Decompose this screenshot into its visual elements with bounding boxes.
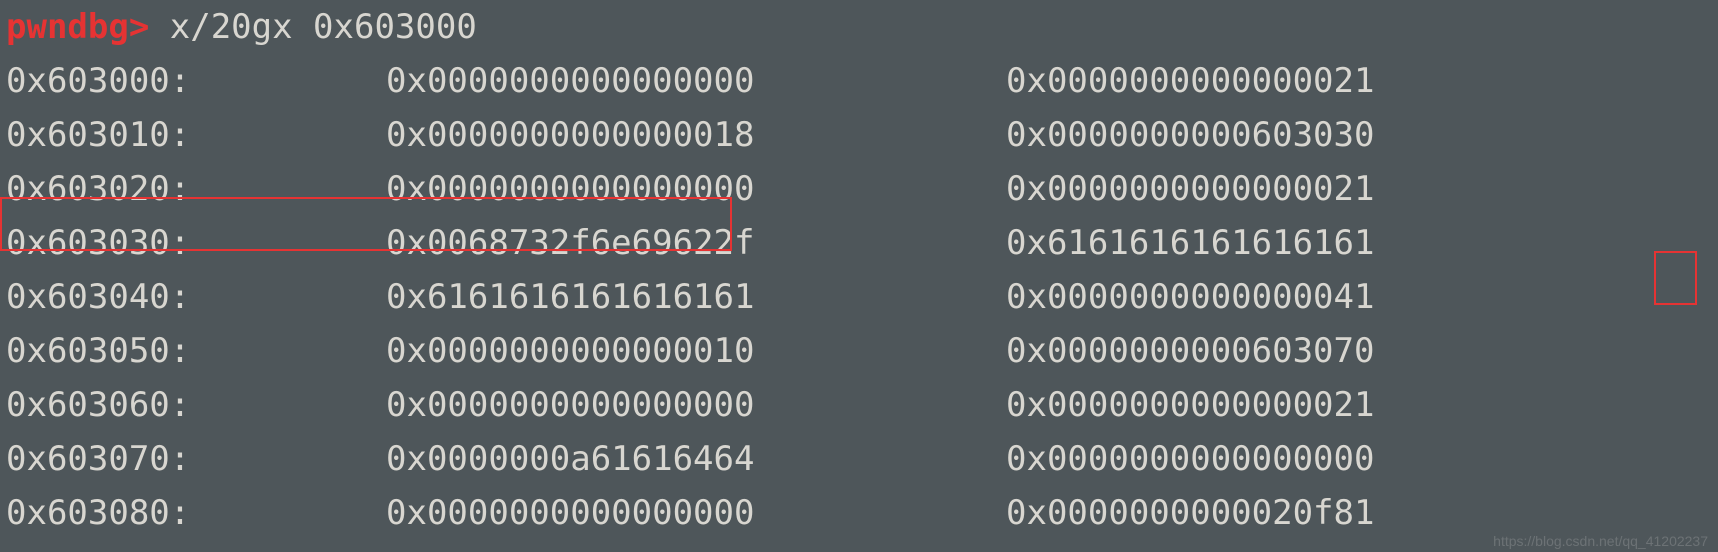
memory-row: 0x603060:0x00000000000000000x00000000000… [6, 378, 1712, 432]
memory-row: 0x603080:0x00000000000000000x00000000000… [6, 486, 1712, 540]
mem-value-2: 0x6161616161616161 [1006, 216, 1374, 270]
mem-value-2: 0x0000000000000021 [1006, 54, 1374, 108]
mem-value-2: 0x0000000000020f81 [1006, 486, 1374, 540]
mem-address: 0x603060: [6, 378, 386, 432]
mem-value-2: 0x0000000000000021 [1006, 378, 1374, 432]
mem-value-1: 0x0000000000000018 [386, 108, 1006, 162]
mem-address: 0x603010: [6, 108, 386, 162]
mem-value-1: 0x0000000000000000 [386, 54, 1006, 108]
mem-value-2: 0x0000000000603070 [1006, 324, 1374, 378]
mem-value-1: 0x0000000a61616464 [386, 432, 1006, 486]
mem-value-1: 0x0068732f6e69622f [386, 216, 1006, 270]
mem-address: 0x603030: [6, 216, 386, 270]
mem-value-1: 0x0000000000000000 [386, 378, 1006, 432]
memory-row: 0x603040:0x61616161616161610x00000000000… [6, 270, 1712, 324]
mem-value-2: 0x0000000000000000 [1006, 432, 1374, 486]
command-line[interactable]: pwndbg> x/20gx 0x603000 [6, 0, 1712, 54]
mem-address: 0x603000: [6, 54, 386, 108]
mem-value-2: 0x0000000000603030 [1006, 108, 1374, 162]
memory-row: 0x603070:0x0000000a616164640x00000000000… [6, 432, 1712, 486]
mem-value-1: 0x0000000000000000 [386, 486, 1006, 540]
mem-address: 0x603020: [6, 162, 386, 216]
mem-address: 0x603040: [6, 270, 386, 324]
command-text: x/20gx 0x603000 [149, 7, 477, 47]
memory-row: 0x603010:0x00000000000000180x00000000006… [6, 108, 1712, 162]
memory-row: 0x603030:0x0068732f6e69622f0x61616161616… [6, 216, 1712, 270]
mem-value-1: 0x0000000000000000 [386, 162, 1006, 216]
mem-address: 0x603050: [6, 324, 386, 378]
watermark-text: https://blog.csdn.net/qq_41202237 [1493, 534, 1708, 548]
mem-value-1: 0x6161616161616161 [386, 270, 1006, 324]
memory-row: 0x603050:0x00000000000000100x00000000006… [6, 324, 1712, 378]
mem-address: 0x603080: [6, 486, 386, 540]
terminal-output: pwndbg> x/20gx 0x603000 0x603000:0x00000… [0, 0, 1718, 540]
memory-row: 0x603000:0x00000000000000000x00000000000… [6, 54, 1712, 108]
mem-address: 0x603070: [6, 432, 386, 486]
memory-row: 0x603020:0x00000000000000000x00000000000… [6, 162, 1712, 216]
mem-value-1: 0x0000000000000010 [386, 324, 1006, 378]
mem-value-2: 0x0000000000000021 [1006, 162, 1374, 216]
mem-value-2: 0x0000000000000041 [1006, 270, 1374, 324]
prompt: pwndbg> [6, 7, 149, 47]
